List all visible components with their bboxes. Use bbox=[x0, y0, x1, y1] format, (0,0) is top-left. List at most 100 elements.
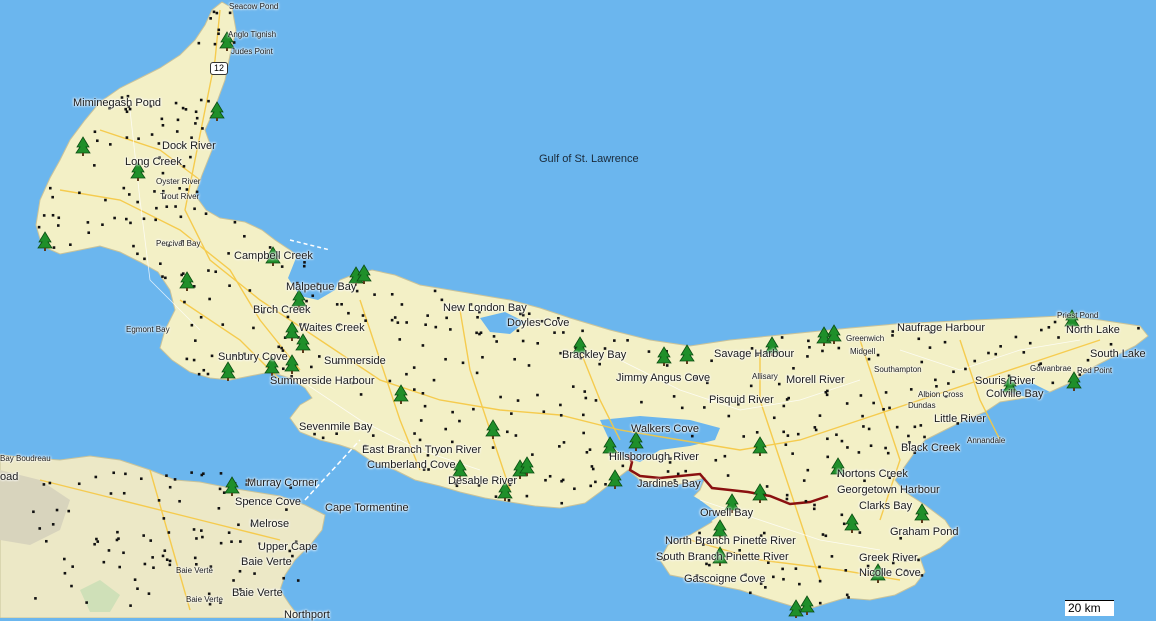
poi-dot bbox=[280, 265, 284, 268]
poi-dot bbox=[125, 136, 129, 139]
place-label[interactable]: Summerside bbox=[324, 355, 386, 367]
map-canvas[interactable]: 12 Gulf of St. Lawrence Seacow Pond Angl… bbox=[0, 0, 1156, 621]
place-label[interactable]: Naufrage Harbour bbox=[897, 322, 985, 334]
poi-dot bbox=[232, 41, 236, 44]
place-label[interactable]: Georgetown Harbour bbox=[837, 484, 940, 496]
place-label[interactable]: Baie Verte bbox=[241, 556, 292, 568]
place-label[interactable]: Souris River bbox=[975, 375, 1035, 387]
poi-dot bbox=[842, 522, 846, 526]
poi-dot bbox=[824, 534, 828, 538]
place-label[interactable]: Morell River bbox=[786, 374, 845, 386]
place-label[interactable]: South Branch Pinette River bbox=[656, 551, 789, 563]
poi-dot bbox=[207, 99, 210, 103]
place-label[interactable]: Brackley Bay bbox=[562, 349, 626, 361]
place-label[interactable]: Clarks Bay bbox=[859, 500, 912, 512]
place-label[interactable]: Birch Creek bbox=[253, 304, 310, 316]
place-label[interactable]: Dock River bbox=[162, 140, 216, 152]
poi-dot bbox=[93, 542, 96, 546]
place-label[interactable]: Baie Verte bbox=[232, 587, 283, 599]
place-label[interactable]: New London Bay bbox=[443, 302, 527, 314]
place-label[interactable]: Egmont Bay bbox=[126, 325, 170, 334]
place-label[interactable]: Long Creek bbox=[125, 156, 182, 168]
poi-dot bbox=[845, 593, 849, 597]
place-label[interactable]: Trout River bbox=[160, 192, 199, 201]
place-label[interactable]: Anglo Tignish bbox=[228, 30, 276, 39]
place-label[interactable]: Miminegash Pond bbox=[73, 97, 161, 109]
place-label[interactable]: Cumberland Cove bbox=[367, 459, 456, 471]
place-label[interactable]: Pisquid River bbox=[709, 394, 774, 406]
place-label[interactable]: Priest Pond bbox=[1057, 311, 1098, 320]
place-label[interactable]: Southampton bbox=[874, 365, 922, 374]
place-label[interactable]: Upper Cape bbox=[258, 541, 317, 553]
land-layer bbox=[0, 0, 1156, 618]
place-label[interactable]: oad bbox=[0, 471, 18, 483]
place-label[interactable]: Desable River bbox=[448, 475, 517, 487]
place-label[interactable]: Jardines Bay bbox=[637, 478, 701, 490]
poi-dot bbox=[749, 384, 753, 388]
place-label[interactable]: Orwell Bay bbox=[700, 507, 753, 519]
place-label[interactable]: Jimmy Angus Cove bbox=[616, 372, 710, 384]
place-label[interactable]: Savage Harbour bbox=[714, 348, 794, 360]
place-label[interactable]: Waites Creek bbox=[299, 322, 365, 334]
place-label[interactable]: Summerside Harbour bbox=[270, 375, 375, 387]
place-label[interactable]: Allisary bbox=[752, 372, 778, 381]
poi-dot bbox=[433, 289, 437, 293]
poi-dot bbox=[1086, 358, 1090, 362]
place-label[interactable]: Spence Cove bbox=[235, 496, 301, 508]
place-label[interactable]: Percival Bay bbox=[156, 239, 200, 248]
place-label[interactable]: Bay Boudreau bbox=[0, 454, 51, 463]
place-label[interactable]: Campbell Creek bbox=[234, 250, 313, 262]
place-label[interactable]: East Branch Tryon River bbox=[362, 444, 481, 456]
poi-dot bbox=[666, 470, 670, 473]
poi-dot bbox=[42, 483, 46, 486]
poi-dot bbox=[179, 215, 183, 219]
place-label[interactable]: Graham Pond bbox=[890, 526, 958, 538]
place-label[interactable]: Gowanbrae bbox=[1030, 364, 1071, 373]
place-label[interactable]: Greek River bbox=[859, 552, 918, 564]
place-label[interactable]: Hillsborough River bbox=[609, 451, 699, 463]
poi-dot bbox=[884, 391, 888, 394]
place-label[interactable]: Colville Bay bbox=[986, 388, 1043, 400]
poi-dot bbox=[521, 339, 525, 343]
poi-dot bbox=[217, 28, 221, 32]
place-label[interactable]: Annandale bbox=[967, 436, 1005, 445]
place-label[interactable]: North Lake bbox=[1066, 324, 1120, 336]
place-label[interactable]: Dundas bbox=[908, 401, 936, 410]
place-label[interactable]: Red Point bbox=[1077, 366, 1112, 375]
poi-dot bbox=[762, 531, 766, 535]
poi-dot bbox=[161, 123, 165, 127]
poi-dot bbox=[806, 468, 810, 472]
place-label[interactable]: Northport bbox=[284, 609, 330, 621]
place-label[interactable]: Greenwich bbox=[846, 334, 884, 343]
place-label[interactable]: Melrose bbox=[250, 518, 289, 530]
place-label[interactable]: Oyster River bbox=[156, 177, 200, 186]
poi-dot bbox=[139, 477, 143, 481]
place-label[interactable]: Walkers Cove bbox=[631, 423, 699, 435]
place-label[interactable]: Little River bbox=[934, 413, 986, 425]
place-label[interactable]: Nicolle Cove bbox=[859, 567, 921, 579]
place-label[interactable]: Baie Verte bbox=[186, 595, 223, 604]
place-label[interactable]: North Branch Pinette River bbox=[665, 535, 796, 547]
poi-dot bbox=[742, 435, 746, 438]
place-label[interactable]: Judes Point bbox=[231, 47, 273, 56]
place-label[interactable]: Sevenmile Bay bbox=[299, 421, 372, 433]
poi-dot bbox=[445, 316, 448, 320]
place-label[interactable]: Gascoigne Cove bbox=[684, 573, 765, 585]
poi-dot bbox=[122, 551, 125, 555]
place-label[interactable]: Doyles Cove bbox=[507, 317, 569, 329]
place-label[interactable]: Seacow Pond bbox=[229, 2, 278, 11]
poi-dot bbox=[710, 359, 713, 363]
place-label[interactable]: Sunbury Cove bbox=[218, 351, 288, 363]
place-label[interactable]: South Lake bbox=[1090, 348, 1146, 360]
place-label[interactable]: Nortons Creek bbox=[837, 468, 908, 480]
poi-dot bbox=[162, 517, 166, 520]
place-label[interactable]: Cape Tormentine bbox=[325, 502, 409, 514]
poi-dot bbox=[787, 396, 790, 400]
place-label[interactable]: Albion Cross bbox=[918, 390, 963, 399]
place-label[interactable]: Baie Verte bbox=[176, 566, 213, 575]
place-label[interactable]: Malpeque Bay bbox=[286, 281, 356, 293]
place-label[interactable]: Midgell bbox=[850, 347, 875, 356]
place-label[interactable]: Black Creek bbox=[901, 442, 960, 454]
place-label[interactable]: Murray Corner bbox=[247, 477, 318, 489]
poi-dot bbox=[491, 446, 495, 449]
